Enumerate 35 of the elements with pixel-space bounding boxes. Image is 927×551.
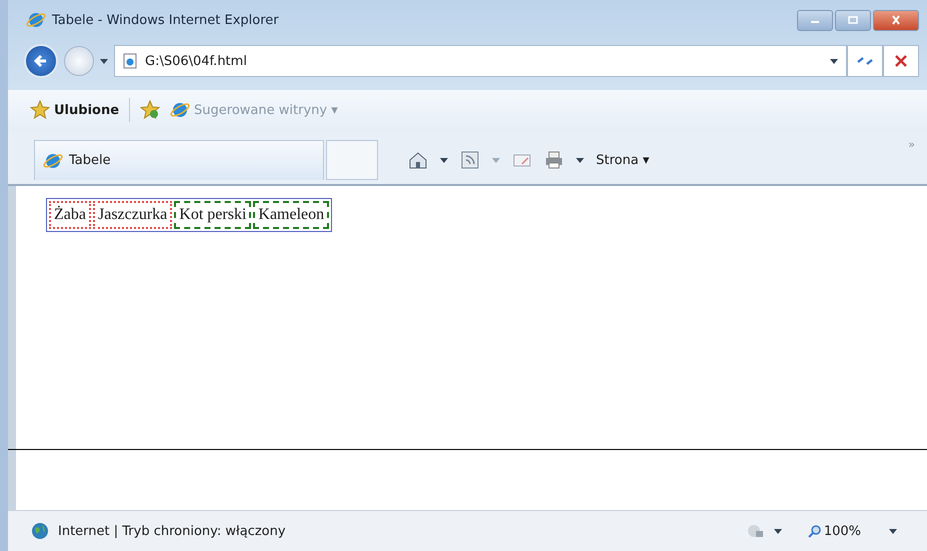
dropdown-arrow-icon[interactable] bbox=[889, 528, 897, 534]
favorites-button[interactable]: Ulubione bbox=[30, 100, 120, 120]
ie-logo-icon bbox=[26, 10, 46, 30]
dropdown-arrow-icon[interactable] bbox=[440, 158, 448, 162]
table-cell: Żaba bbox=[49, 201, 91, 229]
star-icon bbox=[30, 100, 50, 120]
address-field[interactable]: G:\S06\04f.html bbox=[114, 45, 847, 77]
ie-logo-icon bbox=[170, 100, 190, 120]
dropdown-arrow-icon[interactable] bbox=[576, 158, 584, 162]
dropdown-arrow-icon[interactable] bbox=[100, 58, 108, 64]
forward-button[interactable] bbox=[64, 46, 94, 76]
minimize-button[interactable] bbox=[797, 10, 833, 30]
back-button[interactable] bbox=[24, 44, 58, 78]
table-cell: Jaszczurka bbox=[92, 201, 172, 229]
add-favorite-icon[interactable] bbox=[140, 100, 160, 120]
feed-icon[interactable] bbox=[460, 150, 480, 170]
refresh-button[interactable] bbox=[847, 45, 883, 77]
window-title: Tabele - Windows Internet Explorer bbox=[52, 12, 279, 28]
globe-icon bbox=[30, 521, 50, 541]
security-zone-text: Internet | Tryb chroniony: włączony bbox=[58, 524, 286, 538]
printer-icon[interactable] bbox=[544, 150, 564, 170]
page-icon bbox=[123, 53, 137, 69]
home-icon[interactable] bbox=[408, 150, 428, 170]
browser-tab[interactable]: Tabele bbox=[34, 140, 324, 180]
close-icon bbox=[894, 54, 908, 68]
zoom-button[interactable]: 100% bbox=[808, 524, 861, 538]
dropdown-arrow-icon[interactable] bbox=[774, 528, 782, 534]
stop-button[interactable] bbox=[883, 45, 919, 77]
maximize-button[interactable] bbox=[835, 10, 871, 30]
close-button[interactable] bbox=[873, 10, 919, 30]
dropdown-arrow-icon[interactable] bbox=[830, 58, 838, 64]
magnifier-icon bbox=[808, 524, 822, 538]
page-menu-button[interactable]: Strona ▾ bbox=[596, 152, 650, 168]
table-cell: Kameleon bbox=[253, 201, 330, 229]
table-cell: Kot perski bbox=[174, 201, 252, 229]
